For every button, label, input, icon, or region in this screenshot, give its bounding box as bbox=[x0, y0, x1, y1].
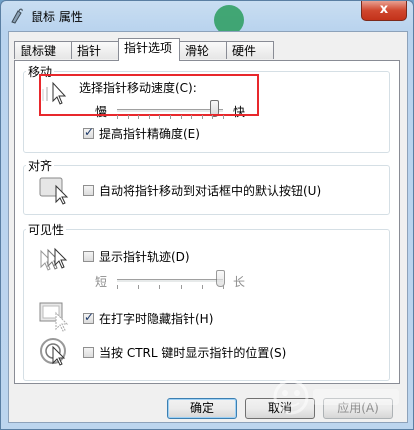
pointer-trails-icon bbox=[40, 247, 68, 271]
apply-button[interactable]: 应用(A) bbox=[323, 398, 393, 419]
tab-pointers[interactable]: 指针 bbox=[71, 41, 119, 59]
slider-tick bbox=[138, 115, 140, 119]
slider-tick bbox=[201, 115, 203, 119]
slider-tick bbox=[223, 285, 224, 289]
slider-tick bbox=[212, 115, 214, 119]
slider-tick bbox=[180, 115, 182, 119]
tab-mouse-buttons[interactable]: 鼠标键 bbox=[14, 41, 72, 59]
pointer-trails-label[interactable]: 显示指针轨迹(D) bbox=[99, 248, 190, 265]
slider-tick bbox=[191, 115, 193, 119]
slider-tick bbox=[223, 115, 224, 119]
title-bar[interactable]: 鼠标 属性 x bbox=[1, 1, 413, 35]
slider-tick bbox=[159, 285, 161, 289]
snap-to-checkbox[interactable] bbox=[83, 185, 94, 196]
pointer-options-panel: 移动 选择指针移动速度(C): 慢 快 提高指针精确度(E) 对齐 bbox=[14, 60, 400, 384]
pointer-trails-checkbox[interactable] bbox=[83, 251, 94, 262]
cancel-button[interactable]: 取消 bbox=[245, 398, 315, 419]
long-label: 长 bbox=[233, 275, 246, 289]
hide-while-typing-checkbox[interactable] bbox=[83, 310, 94, 324]
slider-tick bbox=[138, 285, 140, 289]
slider-tick bbox=[117, 115, 118, 119]
snap-to-default-button-icon bbox=[39, 177, 69, 205]
slider-tick bbox=[117, 285, 118, 289]
ok-button[interactable]: 确定 bbox=[167, 398, 237, 419]
enhance-precision-checkbox[interactable] bbox=[83, 125, 94, 139]
show-location-icon bbox=[40, 338, 66, 366]
close-button[interactable]: x bbox=[361, 1, 407, 21]
show-location-ctrl-label[interactable]: 当按 CTRL 键时显示指针的位置(S) bbox=[99, 344, 286, 361]
slider-tick bbox=[127, 115, 129, 119]
hide-while-typing-icon bbox=[39, 302, 69, 332]
red-annotation-box bbox=[39, 74, 259, 116]
hide-while-typing-label[interactable]: 在打字时隐藏指针(H) bbox=[99, 310, 213, 327]
snap-to-group-title: 对齐 bbox=[28, 159, 53, 173]
slider-tick bbox=[180, 285, 182, 289]
dialog-client-area: 鼠标键 指针 指针选项 滑轮 硬件 移动 选择指针移动速度(C): 慢 快 提高… bbox=[8, 31, 408, 423]
window-title: 鼠标 属性 bbox=[31, 10, 83, 24]
slider-tick bbox=[170, 115, 171, 119]
short-label: 短 bbox=[95, 275, 108, 289]
mouse-icon bbox=[11, 8, 23, 24]
snap-to-label[interactable]: 自动将指针移动到对话框中的默认按钮(U) bbox=[99, 182, 321, 199]
pointer-trails-track[interactable] bbox=[117, 279, 223, 283]
visibility-group-title: 可见性 bbox=[28, 223, 65, 237]
pointer-trails-slider-thumb[interactable] bbox=[216, 270, 226, 287]
mouse-properties-window: 鼠标 属性 x 鼠标键 指针 指针选项 滑轮 硬件 移动 选择指针移动速度(C)… bbox=[0, 0, 414, 430]
tab-hardware[interactable]: 硬件 bbox=[226, 41, 274, 59]
tab-wheel[interactable]: 滑轮 bbox=[179, 41, 227, 59]
enhance-precision-label[interactable]: 提高指针精确度(E) bbox=[99, 125, 200, 142]
slider-tick bbox=[148, 115, 150, 119]
show-location-ctrl-checkbox[interactable] bbox=[83, 347, 94, 358]
slider-tick bbox=[159, 115, 161, 119]
slider-tick bbox=[201, 285, 203, 289]
tab-pointer-options[interactable]: 指针选项 bbox=[118, 38, 180, 61]
